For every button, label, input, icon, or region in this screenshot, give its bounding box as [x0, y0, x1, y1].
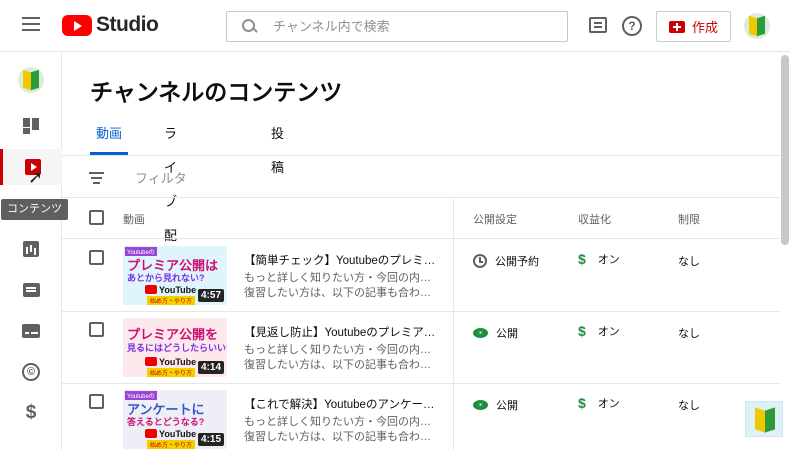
visibility-cell[interactable]: 公開 — [473, 325, 518, 341]
monetization-cell[interactable]: $ オン — [578, 323, 620, 339]
logo-text: Studio — [96, 13, 159, 36]
dashboard-icon — [22, 117, 40, 135]
search-box[interactable] — [226, 11, 568, 42]
thumbnail-badge: 始め方・やり方 — [147, 368, 196, 377]
video-title[interactable]: 【これで解決】Youtubeのアンケートに答えるとどうなる? — [244, 396, 440, 412]
dollar-icon: $ — [578, 323, 586, 339]
subtitles-icon — [22, 324, 40, 338]
video-thumbnail[interactable]: プレミア公開を 見るにはどうしたらいい? YouTube 始め方・やり方 4:1… — [123, 318, 227, 377]
filter-icon[interactable] — [89, 172, 104, 184]
dollar-icon: $ — [578, 395, 586, 411]
video-duration: 4:15 — [197, 433, 224, 446]
video-duration: 4:14 — [197, 361, 224, 374]
column-divider — [453, 199, 454, 450]
filter-input[interactable]: フィルタ — [135, 168, 187, 187]
youtube-play-icon — [62, 14, 92, 36]
comments-icon — [22, 283, 40, 297]
video-description: もっと詳しく知りたい方・今回の内容を — [244, 416, 440, 428]
thumbnail-badge: 始め方・やり方 — [147, 296, 196, 305]
sidebar-tooltip: コンテンツ — [1, 199, 68, 220]
filter-bar[interactable]: フィルタ — [62, 156, 780, 198]
sidebar-item-subtitles[interactable] — [0, 313, 62, 349]
beginner-mark-icon — [745, 401, 783, 437]
thumbnail-yt-label: YouTube — [145, 283, 196, 296]
channel-avatar[interactable] — [18, 67, 44, 93]
feedback-icon[interactable] — [589, 17, 607, 33]
video-duration: 4:57 — [197, 289, 224, 302]
table-row[interactable]: Youtubeの アンケートに 答えるとどうなる? YouTube 始め方・やり… — [62, 384, 780, 450]
sidebar: © $ — [0, 53, 62, 450]
video-description: もっと詳しく知りたい方・今回の内容を — [244, 272, 440, 284]
restrictions-cell: なし — [678, 256, 700, 268]
tab-posts[interactable]: 投稿 — [271, 117, 284, 175]
sidebar-item-monetization[interactable]: $ — [0, 395, 62, 431]
row-checkbox[interactable] — [89, 250, 104, 265]
header-visibility[interactable]: 公開設定 — [473, 211, 517, 227]
scrollbar[interactable] — [781, 55, 789, 245]
visibility-label: 公開予約 — [495, 256, 539, 268]
sidebar-item-comments[interactable] — [0, 272, 62, 308]
monetization-label: オン — [597, 254, 620, 266]
visibility-label: 公開 — [496, 328, 518, 340]
row-checkbox[interactable] — [89, 394, 104, 409]
create-label: 作成 — [691, 20, 718, 35]
video-title[interactable]: 【見返し防止】Youtubeのプレミア公開を見るにはどうしたらいい? — [244, 324, 440, 340]
thumbnail-subtitle: 見るにはどうしたらいい? — [127, 343, 227, 353]
copyright-icon: © — [22, 363, 40, 381]
menu-icon[interactable] — [22, 17, 40, 31]
monetization-label: オン — [597, 398, 620, 410]
tab-live[interactable]: ライブ配信 — [164, 117, 177, 277]
table-row[interactable]: プレミア公開を 見るにはどうしたらいい? YouTube 始め方・やり方 4:1… — [62, 312, 780, 384]
monetization-label: オン — [597, 326, 620, 338]
dollar-icon: $ — [578, 251, 586, 267]
video-description: 復習したい方は、以下の記事も合わせてご覧ください — [244, 287, 440, 299]
restrictions-cell: なし — [678, 400, 700, 412]
sidebar-item-dashboard[interactable] — [0, 108, 62, 144]
video-title[interactable]: 【簡単チェック】Youtubeのプレミア公開はあとから見れない? — [244, 252, 440, 268]
tab-videos[interactable]: 動画 — [90, 117, 128, 155]
header-restrictions[interactable]: 制限 — [678, 211, 700, 227]
header-monetization[interactable]: 収益化 — [578, 211, 611, 227]
sidebar-item-copyright[interactable]: © — [0, 354, 62, 390]
search-input[interactable] — [273, 19, 567, 34]
thumbnail-yt-label: YouTube — [145, 355, 196, 368]
analytics-icon — [23, 241, 39, 257]
header-video: 動画 — [123, 214, 145, 226]
mouse-cursor-icon: ➚ — [28, 167, 44, 187]
page-title: チャンネルのコンテンツ — [90, 79, 343, 105]
table-row[interactable]: Youtubeの プレミア公開は あとから見れない? YouTube 始め方・や… — [62, 240, 780, 312]
video-description: 復習したい方は、以下の記事も合わせてご覧ください — [244, 359, 440, 371]
video-thumbnail[interactable]: Youtubeの アンケートに 答えるとどうなる? YouTube 始め方・やり… — [123, 390, 227, 449]
create-button[interactable]: 作成 — [656, 11, 731, 42]
video-thumbnail[interactable]: Youtubeの プレミア公開は あとから見れない? YouTube 始め方・や… — [123, 246, 227, 305]
top-header: Studio ? 作成 — [0, 0, 790, 52]
restrictions-cell: なし — [678, 328, 700, 340]
thumbnail-badge: 始め方・やり方 — [147, 440, 196, 449]
eye-icon — [473, 328, 488, 338]
select-all-checkbox[interactable] — [89, 210, 104, 225]
visibility-label: 公開 — [496, 400, 518, 412]
dollar-icon: $ — [25, 402, 37, 423]
sidebar-item-analytics[interactable] — [0, 231, 62, 267]
visibility-cell[interactable]: 公開 — [473, 397, 518, 413]
eye-icon — [473, 400, 488, 410]
clock-icon — [473, 254, 487, 268]
search-icon — [235, 13, 263, 41]
table-header: 動画 公開設定 収益化 制限 — [62, 199, 780, 239]
avatar[interactable] — [744, 13, 770, 39]
video-plus-icon — [668, 20, 685, 33]
thumbnail-yt-label: YouTube — [145, 427, 196, 440]
row-checkbox[interactable] — [89, 322, 104, 337]
video-description: もっと詳しく知りたい方・今回の内容を — [244, 344, 440, 356]
monetization-cell[interactable]: $ オン — [578, 251, 620, 267]
monetization-cell[interactable]: $ オン — [578, 395, 620, 411]
studio-logo[interactable]: Studio — [62, 13, 159, 37]
video-description: 復習したい方は、以下の記事も合わせてご覧ください — [244, 431, 440, 443]
visibility-cell[interactable]: 公開予約 — [473, 253, 539, 269]
help-icon[interactable]: ? — [622, 16, 642, 36]
